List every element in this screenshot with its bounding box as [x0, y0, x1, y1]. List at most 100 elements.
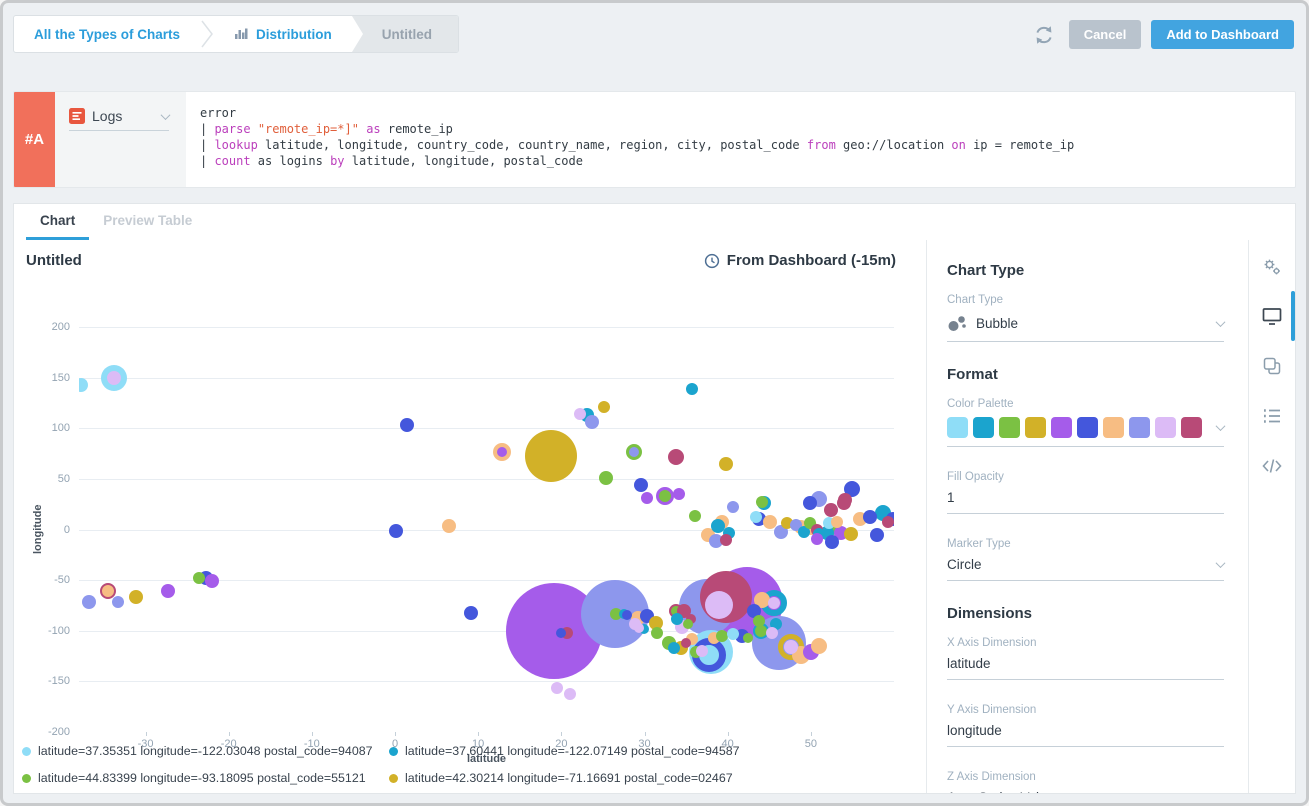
top-actions: Cancel Add to Dashboard: [1033, 20, 1294, 49]
bubble-mark: [193, 572, 205, 584]
bubble-mark: [756, 496, 768, 508]
bar-chart-icon: [234, 26, 248, 43]
refresh-icon[interactable]: [1033, 24, 1055, 46]
fill-opacity-input[interactable]: [947, 490, 1224, 514]
fill-opacity-label: Fill Opacity: [947, 471, 1224, 483]
bubble-mark: [727, 501, 739, 513]
legend-item: latitude=37.35351 longitude=-122.03048 p…: [22, 744, 389, 758]
bubble-mark: [574, 408, 586, 420]
tab-preview-table[interactable]: Preview Table: [89, 204, 206, 240]
bubble-mark: [497, 447, 507, 457]
palette-swatch: [1181, 417, 1202, 438]
breadcrumb-dashboard[interactable]: All the Types of Charts: [14, 16, 200, 52]
bubble-mark: [161, 584, 175, 598]
query-source-column: Logs: [55, 92, 186, 187]
query-line: | parse "remote_ip=*]" as remote_ip: [200, 121, 1295, 137]
top-bar: All the Types of Charts Distribution Unt…: [3, 3, 1306, 67]
breadcrumb-panel-distribution[interactable]: Distribution: [214, 16, 352, 52]
bubble-mark: [719, 457, 733, 471]
palette-swatch: [999, 417, 1020, 438]
y-tick-label: 150: [14, 372, 70, 384]
marker-type-label: Marker Type: [947, 538, 1224, 550]
bubble-mark: [863, 510, 877, 524]
bubble-mark: [689, 510, 701, 522]
gridline: [79, 378, 894, 379]
bubble-mark: [634, 478, 648, 492]
bubble-mark: [641, 492, 653, 504]
breadcrumb-untitled[interactable]: Untitled: [352, 16, 458, 52]
palette-swatch: [1103, 417, 1124, 438]
legend-dot: [389, 774, 398, 783]
query-editor[interactable]: error| parse "remote_ip=*]" as remote_ip…: [186, 92, 1295, 187]
bubble-mark: [870, 528, 884, 542]
color-palette-select[interactable]: [947, 417, 1224, 447]
bubble-mark: [129, 590, 143, 604]
z-axis-dimension-input[interactable]: [947, 790, 1224, 793]
y-axis-dimension-input[interactable]: [947, 723, 1224, 747]
y-tick-label: 200: [14, 321, 70, 333]
chevron-down-icon: [1216, 421, 1226, 431]
bubble-mark: [598, 401, 610, 413]
breadcrumb: All the Types of Charts Distribution Unt…: [13, 15, 459, 53]
palette-swatch: [1051, 417, 1072, 438]
bubble-mark: [681, 638, 691, 648]
y-tick-label: 0: [14, 524, 70, 536]
x-tick-mark: [645, 732, 646, 736]
query-line: | count as logins by latitude, longitude…: [200, 153, 1295, 169]
bubble-mark: [831, 516, 843, 528]
chart-legend: latitude=37.35351 longitude=-122.03048 p…: [22, 744, 740, 785]
palette-swatch: [1025, 417, 1046, 438]
bubble-mark: [112, 596, 124, 608]
code-icon[interactable]: [1259, 453, 1285, 479]
y-tick-label: -200: [14, 726, 70, 738]
marker-type-select[interactable]: Circle: [947, 557, 1224, 581]
query-row-badge: #A: [14, 92, 55, 187]
list-icon[interactable]: [1259, 403, 1285, 429]
side-toolbar: [1248, 240, 1295, 793]
z-axis-dimension-label: Z Axis Dimension: [947, 771, 1224, 783]
x-axis-dimension-input[interactable]: [947, 656, 1224, 680]
bubble-mark: [626, 444, 642, 460]
logs-icon: [69, 108, 85, 124]
legend-dot: [22, 774, 31, 783]
gridline: [79, 428, 894, 429]
x-tick-label: 50: [786, 738, 836, 750]
chart-type-select[interactable]: Bubble: [947, 313, 1224, 342]
bubble-mark: [766, 627, 778, 639]
bubble-mark: [825, 535, 839, 549]
bubble-mark: [400, 418, 414, 432]
bubble-mark: [585, 415, 599, 429]
palette-swatch: [1077, 417, 1098, 438]
clock-icon: [704, 253, 720, 269]
x-tick-mark: [312, 732, 313, 736]
source-select[interactable]: Logs: [69, 108, 169, 131]
display-settings-icon[interactable]: [1259, 303, 1285, 329]
legend-label: latitude=42.30214 longitude=-71.16691 po…: [405, 771, 733, 785]
gridline: [79, 327, 894, 328]
bubble-mark: [79, 378, 88, 392]
bubble-mark: [525, 430, 577, 482]
bubble-mark: [656, 487, 674, 505]
palette-swatch: [1155, 417, 1176, 438]
bubble-mark: [753, 615, 765, 627]
bubble-mark: [389, 524, 403, 538]
bubble-mark: [464, 606, 478, 620]
bubble-mark: [651, 627, 663, 639]
settings-gears-icon[interactable]: [1259, 254, 1285, 280]
query-line: error: [200, 105, 1295, 121]
query-line: | lookup latitude, longitude, country_co…: [200, 137, 1295, 153]
color-palette-label: Color Palette: [947, 398, 1224, 410]
cancel-button[interactable]: Cancel: [1069, 20, 1142, 49]
duplicate-icon[interactable]: [1259, 353, 1285, 379]
settings-panel: Chart Type Chart Type Bubble Format Colo…: [926, 240, 1248, 793]
tab-chart[interactable]: Chart: [26, 204, 89, 240]
bubble-mark: [668, 642, 680, 654]
add-to-dashboard-button[interactable]: Add to Dashboard: [1151, 20, 1294, 49]
gridline: [79, 681, 894, 682]
bubble-mark: [82, 595, 96, 609]
legend-dot: [389, 747, 398, 756]
breadcrumb-label: All the Types of Charts: [34, 27, 180, 42]
color-palette-swatches: [947, 417, 1202, 438]
bubble-mark: [811, 533, 823, 545]
bubble-plot: [79, 327, 894, 732]
